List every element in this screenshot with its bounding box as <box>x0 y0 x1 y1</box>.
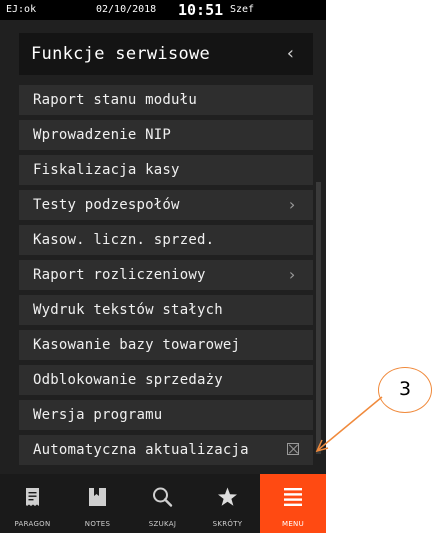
tab-skroty[interactable]: SKRÓTY <box>195 474 260 533</box>
menu-item-kasow-liczn-sprzed[interactable]: Kasow. liczn. sprzed. <box>19 225 313 255</box>
menu-item-label: Wersja programu <box>33 407 163 423</box>
menu-item-fiskalizacja-kasy[interactable]: Fiskalizacja kasy <box>19 155 313 185</box>
page-header: Funkcje serwisowe ‹ <box>19 33 313 75</box>
menu-item-label: Automatyczna aktualizacja <box>33 442 249 458</box>
bottom-tab-bar: PARAGON NOTES SZUKAJ SKRÓTY MENU <box>0 474 326 533</box>
time-display: 10:51 <box>178 1 224 19</box>
menu-item-label: Kasowanie bazy towarowej <box>33 337 241 353</box>
menu-item-odblokowanie-sprzedazy[interactable]: Odblokowanie sprzedaży <box>19 365 313 395</box>
tab-notes[interactable]: NOTES <box>65 474 130 533</box>
tab-label: SKRÓTY <box>212 520 243 528</box>
service-menu: Raport stanu modułu Wprowadzenie NIP Fis… <box>19 85 313 470</box>
star-icon <box>218 487 237 506</box>
tab-label: MENU <box>281 520 305 528</box>
menu-item-wydruk-tekstow-stalych[interactable]: Wydruk tekstów stałych <box>19 295 313 325</box>
page-title: Funkcje serwisowe <box>31 44 211 64</box>
menu-item-label: Wprowadzenie NIP <box>33 127 172 143</box>
scrollbar[interactable] <box>316 182 321 454</box>
chevron-right-icon: › <box>287 265 297 284</box>
tab-paragon[interactable]: PARAGON <box>0 474 65 533</box>
callout-number: 3 <box>398 378 412 400</box>
menu-item-kasowanie-bazy-towarowej[interactable]: Kasowanie bazy towarowej <box>19 330 313 360</box>
search-icon <box>153 487 173 507</box>
callout-badge: 3 <box>378 367 432 413</box>
menu-item-label: Wydruk tekstów stałych <box>33 302 223 318</box>
menu-item-automatyczna-aktualizacja[interactable]: Automatyczna aktualizacja <box>19 435 313 465</box>
menu-item-raport-stanu-modulu[interactable]: Raport stanu modułu <box>19 85 313 115</box>
date-display: 02/10/2018 <box>96 4 157 15</box>
status-bar: EJ:ok 02/10/2018 10:51 Szef <box>0 0 326 20</box>
menu-item-label: Raport stanu modułu <box>33 92 197 108</box>
chevron-left-icon[interactable]: ‹ <box>285 43 296 64</box>
notebook-icon <box>89 488 106 506</box>
tab-label: SZUKAJ <box>148 520 177 528</box>
chevron-right-icon: › <box>287 195 297 214</box>
tab-label: PARAGON <box>14 520 51 528</box>
user-name: Szef <box>230 4 255 15</box>
menu-item-label: Kasow. liczn. sprzed. <box>33 232 215 248</box>
menu-item-testy-podzespolow[interactable]: Testy podzespołów › <box>19 190 313 220</box>
menu-item-label: Fiskalizacja kasy <box>33 162 180 178</box>
receipt-icon <box>26 488 39 506</box>
menu-item-raport-rozliczeniowy[interactable]: Raport rozliczeniowy › <box>19 260 313 290</box>
menu-item-wprowadzenie-nip[interactable]: Wprowadzenie NIP <box>19 120 313 150</box>
menu-icon <box>284 488 302 506</box>
tab-label: NOTES <box>84 520 111 528</box>
menu-item-label: Raport rozliczeniowy <box>33 267 206 283</box>
checkbox-icon[interactable] <box>287 443 299 455</box>
menu-item-label: Odblokowanie sprzedaży <box>33 372 223 388</box>
menu-item-label: Testy podzespołów <box>33 197 180 213</box>
menu-item-wersja-programu[interactable]: Wersja programu <box>19 400 313 430</box>
device-screen: EJ:ok 02/10/2018 10:51 Szef Funkcje serw… <box>0 0 326 533</box>
tab-szukaj[interactable]: SZUKAJ <box>130 474 195 533</box>
tab-menu[interactable]: MENU <box>260 474 326 533</box>
ej-status: EJ:ok <box>6 4 37 15</box>
